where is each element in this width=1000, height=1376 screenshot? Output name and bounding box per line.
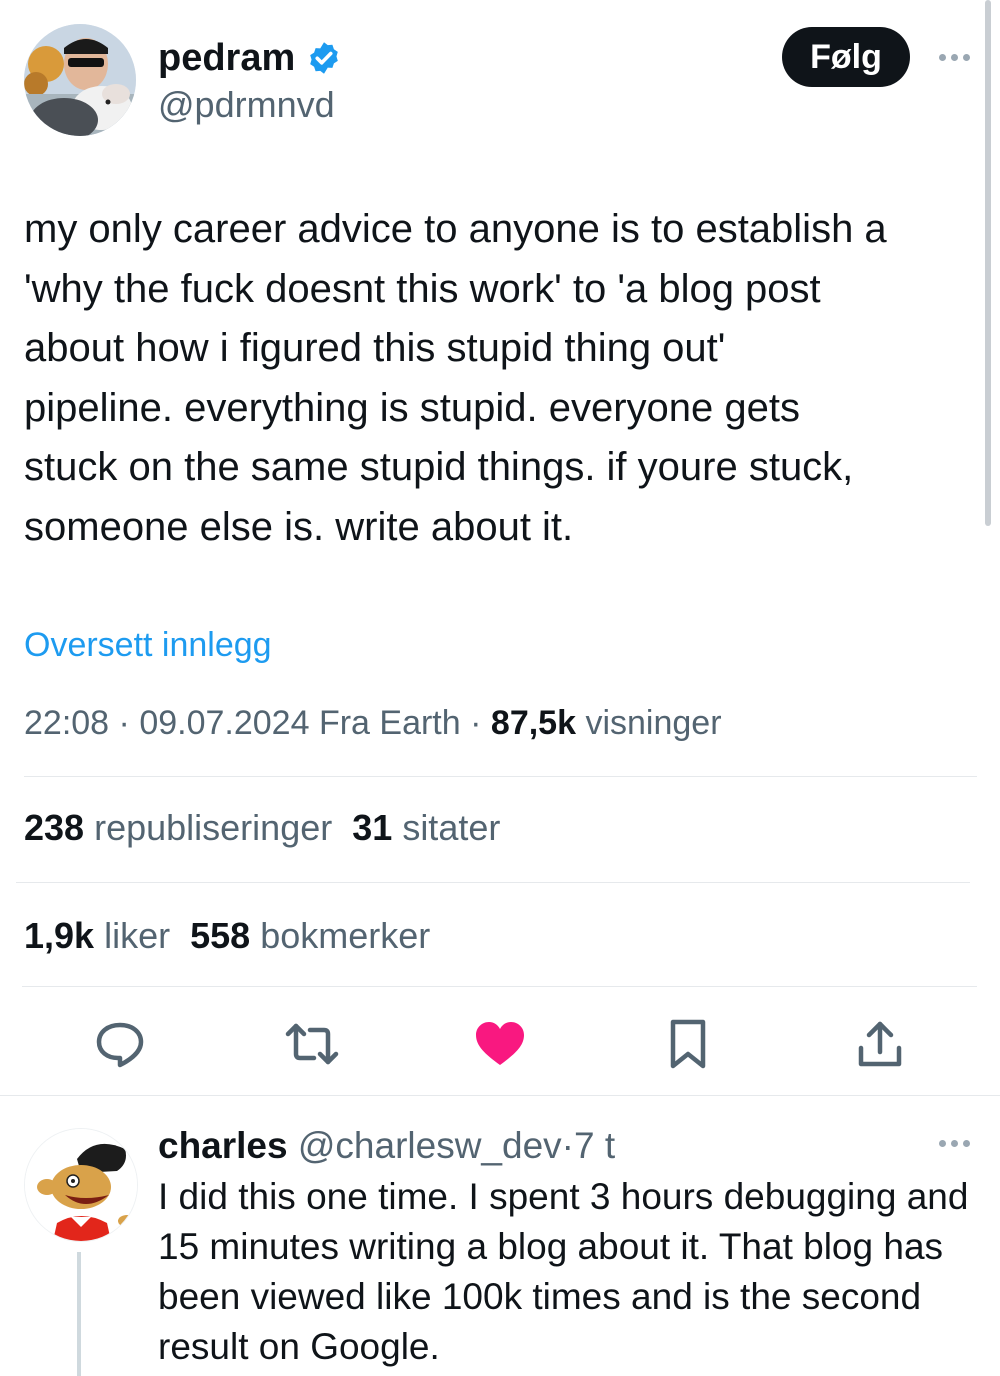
- meta-separator: ·: [118, 704, 130, 742]
- tweet-date[interactable]: 09.07.2024: [139, 704, 309, 742]
- tweet-time[interactable]: 22:08: [24, 704, 109, 742]
- meta-separator: ·: [470, 704, 482, 742]
- likes-stat[interactable]: 1,9k liker: [24, 915, 170, 956]
- bookmarks-count: 558: [190, 915, 251, 956]
- bookmarks-stat[interactable]: 558 bokmerker: [190, 915, 430, 956]
- meta-separator: ·: [561, 1125, 574, 1166]
- reply-author-avatar[interactable]: [24, 1128, 138, 1242]
- views-label: visninger: [585, 704, 722, 742]
- quotes-stat[interactable]: 31 sitater: [352, 807, 500, 848]
- translate-post-link[interactable]: Oversett innlegg: [24, 622, 272, 668]
- divider: [16, 882, 970, 883]
- stats-row-reposts: 238 republiseringer 31 sitater: [24, 804, 500, 852]
- reply-author-name[interactable]: charles: [158, 1125, 288, 1166]
- reply-icon[interactable]: [90, 1014, 150, 1074]
- divider: [0, 1095, 1000, 1096]
- quotes-label: sitater: [402, 807, 501, 848]
- reposts-count: 238: [24, 807, 85, 848]
- verified-badge-icon: [306, 40, 342, 76]
- quotes-count: 31: [352, 807, 393, 848]
- bookmarks-label: bokmerker: [260, 915, 431, 956]
- likes-label: liker: [104, 915, 171, 956]
- reply-author-handle[interactable]: @charlesw_dev: [298, 1125, 562, 1166]
- share-icon[interactable]: [850, 1014, 910, 1074]
- tweet-location: Fra Earth: [318, 704, 461, 742]
- reply-text: I did this one time. I spent 3 hours deb…: [158, 1176, 969, 1367]
- reposts-label: republiseringer: [94, 807, 333, 848]
- like-icon[interactable]: [470, 1014, 530, 1074]
- repost-icon[interactable]: [282, 1014, 342, 1074]
- reply-time[interactable]: 7 t: [574, 1125, 615, 1166]
- scrollbar[interactable]: [985, 0, 991, 526]
- divider: [24, 776, 977, 777]
- bookmark-icon[interactable]: [658, 1014, 718, 1074]
- likes-count: 1,9k: [24, 915, 95, 956]
- tweet-meta: 22:08 · 09.07.2024 Fra Earth · 87,5k vis…: [24, 700, 722, 746]
- reposts-stat[interactable]: 238 republiseringer: [24, 807, 332, 848]
- tweet-text: my only career advice to anyone is to es…: [24, 207, 887, 549]
- stats-row-likes: 1,9k liker 558 bokmerker: [24, 912, 430, 960]
- author-avatar[interactable]: [24, 24, 136, 136]
- reply-header: charles @charlesw_dev·7 t: [158, 1122, 615, 1170]
- reply-more-options-icon[interactable]: [932, 1128, 976, 1158]
- views-count: 87,5k: [490, 704, 576, 742]
- author-name[interactable]: pedram: [158, 32, 295, 84]
- follow-button[interactable]: Følg: [782, 27, 910, 87]
- more-options-icon[interactable]: [932, 40, 976, 74]
- divider: [22, 986, 977, 987]
- thread-line: [77, 1252, 81, 1376]
- author-handle[interactable]: @pdrmnvd: [158, 80, 335, 130]
